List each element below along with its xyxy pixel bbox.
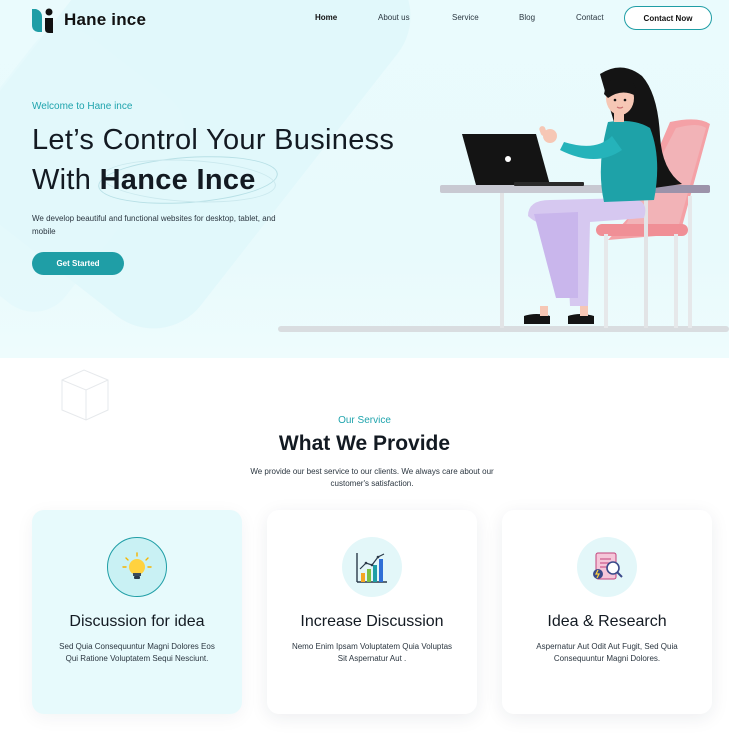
services-eyebrow: Our Service <box>338 415 391 426</box>
hero-headline-brand: Hance Ince <box>99 164 256 196</box>
service-card-increase[interactable]: Increase Discussion Nemo Enim Ipsam Volu… <box>267 510 477 714</box>
brand-logo[interactable]: Hane ince <box>32 7 146 33</box>
logo-icon <box>32 8 53 33</box>
service-icon-wrapper <box>107 537 167 597</box>
hero-description: We develop beautiful and functional webs… <box>32 214 276 236</box>
nav-link-service[interactable]: Service <box>452 13 479 22</box>
service-card-title: Discussion for idea <box>69 613 205 630</box>
nav-link-home[interactable]: Home <box>315 13 337 22</box>
services-description: We provide our best service to our clien… <box>250 467 494 488</box>
nav-link-blog[interactable]: Blog <box>519 13 535 22</box>
service-card-text: Nemo Enim Ipsam Voluptatem Quia Voluptas… <box>291 642 453 663</box>
top-navigation: Hane ince Home About us Service Blog Con… <box>0 0 729 36</box>
service-card-research[interactable]: Idea & Research Aspernatur Aut Odit Aut … <box>502 510 712 714</box>
hero-welcome-text: Welcome to Hane ince <box>32 101 133 112</box>
research-document-icon <box>593 552 623 580</box>
service-card-discussion[interactable]: Discussion for idea Sed Quia Consequuntu… <box>32 510 242 714</box>
services-title: What We Provide <box>278 432 451 455</box>
bar-chart-icon <box>356 553 387 583</box>
brand-name: Hane ince <box>64 10 147 29</box>
lightbulb-icon <box>122 552 152 579</box>
hero-section: Welcome to Hane ince Let’s Control Your … <box>0 0 729 358</box>
nav-link-about[interactable]: About us <box>378 13 410 22</box>
get-started-button[interactable]: Get Started <box>32 252 124 275</box>
nav-link-contact[interactable]: Contact <box>576 13 604 22</box>
contact-now-button[interactable]: Contact Now <box>624 6 712 30</box>
woman-at-desk-illustration <box>278 67 729 332</box>
service-card-text: Sed Quia Consequuntur Magni Dolores Eos … <box>59 642 215 663</box>
service-card-title: Increase Discussion <box>300 613 444 630</box>
service-icon-wrapper <box>342 537 402 597</box>
hero-headline-prefix: With <box>32 164 92 196</box>
service-card-title: Idea & Research <box>547 613 667 630</box>
service-card-text: Aspernatur Aut Odit Aut Fugit, Sed Quia … <box>536 642 678 663</box>
service-icon-wrapper <box>577 537 637 597</box>
